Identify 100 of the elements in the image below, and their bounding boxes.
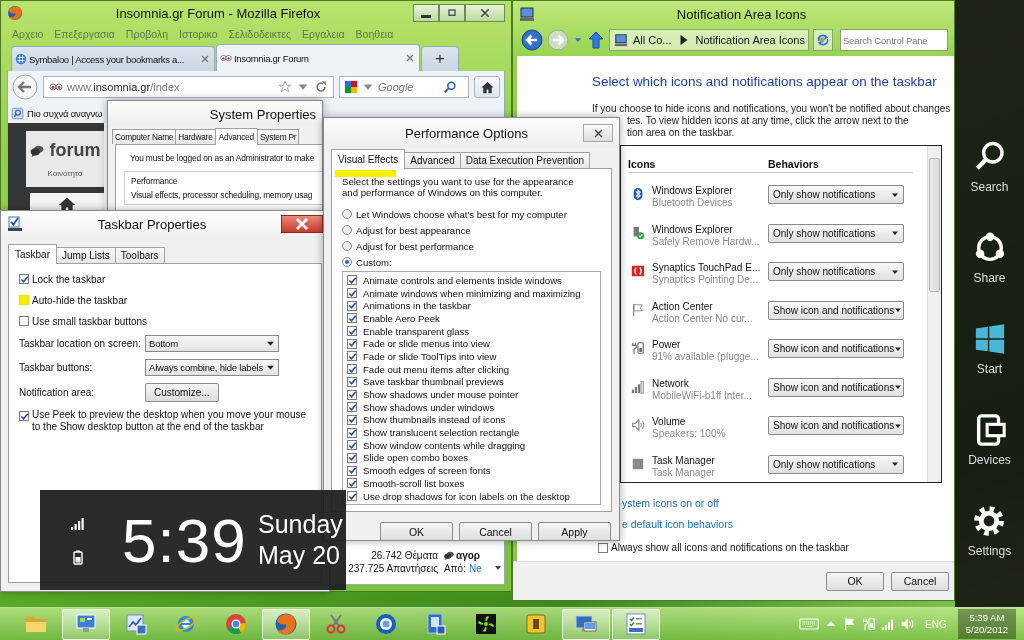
dialog-tab[interactable]: Toolbars — [114, 247, 165, 263]
behavior-dropdown[interactable]: Show icon and notifications — [768, 339, 904, 358]
app-name: Power — [652, 339, 682, 351]
forum-subtitle: Κοινότητα — [47, 169, 83, 178]
behavior-dropdown[interactable]: Only show notifications — [768, 262, 904, 281]
checkbox-label: Show window contents while dragging — [363, 439, 526, 451]
link[interactable]: e default icon behaviors — [622, 518, 954, 530]
dialog-tab[interactable]: Hardware — [175, 129, 216, 144]
window-title: Insomnia.gr Forum - Mozilla Firefox — [114, 5, 322, 21]
app-detail: 91% available (plugge... — [652, 351, 760, 363]
group-title: Performance — [131, 176, 179, 186]
behavior-dropdown[interactable]: Show icon and notifications — [768, 300, 904, 320]
radio-label: Custom: — [356, 256, 392, 268]
breadcrumb-item[interactable]: All Co... — [633, 34, 672, 46]
description-line: tes. To view hidden icons at any time, click the arrow next to the — [627, 115, 909, 127]
checkbox-label: Animations in the taskbar — [363, 300, 471, 312]
browser-tab[interactable]: Insomnia.gr Forum — [216, 44, 420, 71]
charm-button[interactable]: Start — [972, 322, 1007, 376]
dialog-button[interactable]: Cancel — [891, 571, 949, 591]
app-detail: Safely Remove Hardw... — [652, 235, 761, 248]
dialog-tab[interactable]: Taskbar — [8, 244, 57, 264]
breadcrumb-item[interactable]: Notification Area Icons — [695, 34, 805, 46]
checkbox-label: Always show all icons and notifications on the taskbar — [611, 542, 849, 553]
clock-date: 5/20/2012 — [965, 624, 1008, 636]
app-name: Synaptics TouchPad E... — [652, 262, 762, 274]
app-name: Action Center — [652, 300, 714, 313]
behavior-dropdown[interactable]: Show icon and notifications — [768, 416, 904, 435]
checkbox-label: Fade out menu items after clicking — [363, 363, 510, 375]
address-field[interactable]: www.insomnia.gr/index — [43, 76, 334, 98]
field-label: Taskbar buttons: — [19, 362, 94, 373]
app-name: Windows Explorer — [652, 185, 734, 197]
charm-button[interactable]: Search — [970, 140, 1009, 194]
forum-card[interactable]: forum Κοινότητα — [26, 131, 104, 187]
checkbox-label: Animate windows when minimizing and maximizing — [363, 287, 581, 299]
checkbox-label: Animate controls and elements inside windows — [363, 274, 562, 286]
dropdown[interactable]: Bottom — [145, 335, 279, 352]
column-header: Icons — [628, 158, 657, 170]
checkbox-label: Fade or slide ToolTips into view — [363, 350, 497, 362]
app-detail: Speakers: 100% — [652, 428, 727, 440]
behavior-dropdown[interactable]: Only show notifications — [768, 185, 904, 204]
charm-button[interactable]: Share — [972, 231, 1007, 285]
customize-button[interactable]: Customize... — [145, 383, 219, 402]
checkbox-label: Enable transparent glass — [363, 325, 470, 337]
dialog-tab[interactable]: Advanced — [214, 128, 258, 145]
description-line: tion area on the taskbar. — [627, 127, 735, 139]
author-link[interactable]: Ne — [468, 563, 482, 574]
checkbox-label: Slide open combo boxes — [363, 452, 469, 464]
app-name: Network — [652, 377, 690, 390]
dialog-button[interactable]: OK — [380, 522, 453, 540]
charm-button[interactable]: Settings — [967, 504, 1012, 558]
dropdown[interactable]: Always combine, hide labels — [145, 359, 279, 376]
field-label: Notification area: — [19, 387, 96, 398]
checkbox-label: Smooth-scroll list boxes — [363, 477, 465, 489]
search-field[interactable]: Search Control Pane — [840, 29, 948, 51]
charm-button[interactable]: Devices — [968, 413, 1011, 467]
app-detail: Action Center No cur... — [652, 312, 754, 325]
checkbox-label: Lock the taskbar — [32, 273, 106, 285]
browser-tab[interactable]: Symbaloo | Access your bookmarks a... — [11, 46, 215, 71]
checkbox-label: Fade or slide menus into view — [363, 338, 490, 350]
description-line: If you choose to hide icons and notifications, you won't be notified about changes — [592, 103, 952, 115]
clock-time: 5:39 — [122, 504, 248, 576]
clock-day: Sunday — [258, 509, 343, 540]
search-input[interactable]: Google — [378, 81, 440, 93]
app-detail: Bluetooth Devices — [652, 197, 734, 209]
dialog-button[interactable]: Apply — [538, 522, 611, 540]
link[interactable]: ystem icons on or off — [622, 497, 954, 509]
clock-time: 5:39 AM — [969, 612, 1005, 624]
bookmark-link[interactable]: Πιο συχνά αναγνω — [27, 107, 103, 119]
window-title: Performance Options — [404, 125, 529, 141]
new-tab-button[interactable]: + — [421, 46, 459, 71]
taskbar-clock[interactable]: 5:39 AM 5/20/2012 — [957, 609, 1016, 639]
checkbox-label: Show translucent selection rectangle — [363, 427, 520, 439]
checkbox-label: Show shadows under mouse pointer — [363, 389, 519, 401]
dialog-tab[interactable]: Computer Name — [112, 129, 177, 144]
stat-text: 26.742 Θέματα — [371, 550, 438, 561]
search-bar[interactable]: Google — [339, 76, 469, 98]
dialog-button[interactable]: Cancel — [459, 522, 532, 540]
clock-date: May 20 — [258, 540, 341, 571]
dialog-button[interactable]: OK — [826, 571, 884, 591]
post-title[interactable]: αγορ — [456, 550, 480, 561]
behavior-dropdown[interactable]: Only show notifications — [768, 454, 904, 474]
radio-label: Let Windows choose what's best for my computer — [356, 208, 567, 220]
stat-text: 237.725 Απαντήσεις — [348, 563, 438, 574]
forum-title: forum — [49, 140, 101, 161]
behavior-dropdown[interactable]: Show icon and notifications — [768, 377, 904, 397]
dialog-tab[interactable]: Advanced — [404, 152, 461, 168]
radio-label: Adjust for best performance — [356, 240, 474, 252]
radio-label: Adjust for best appearance — [356, 224, 471, 236]
checkbox-label: Show shadows under windows — [363, 401, 495, 413]
dialog-tab[interactable]: Jump Lists — [56, 247, 116, 263]
checkbox-label: Save taskbar thumbnail previews — [363, 376, 504, 388]
app-name: Volume — [652, 416, 687, 428]
notice-text: You must be logged on as an Administrator to make — [130, 153, 316, 163]
from-label: Από: — [444, 563, 466, 574]
group-text: Visual effects, processor scheduling, memory usag — [131, 190, 314, 200]
dialog-tab[interactable]: Data Execution Prevention — [459, 152, 591, 168]
checkbox-label: Enable Aero Peek — [363, 312, 440, 324]
behavior-dropdown[interactable]: Only show notifications — [768, 223, 904, 243]
dialog-tab[interactable]: System Pr — [256, 129, 300, 144]
checkbox-label: Show thumbnails instead of icons — [363, 414, 506, 426]
